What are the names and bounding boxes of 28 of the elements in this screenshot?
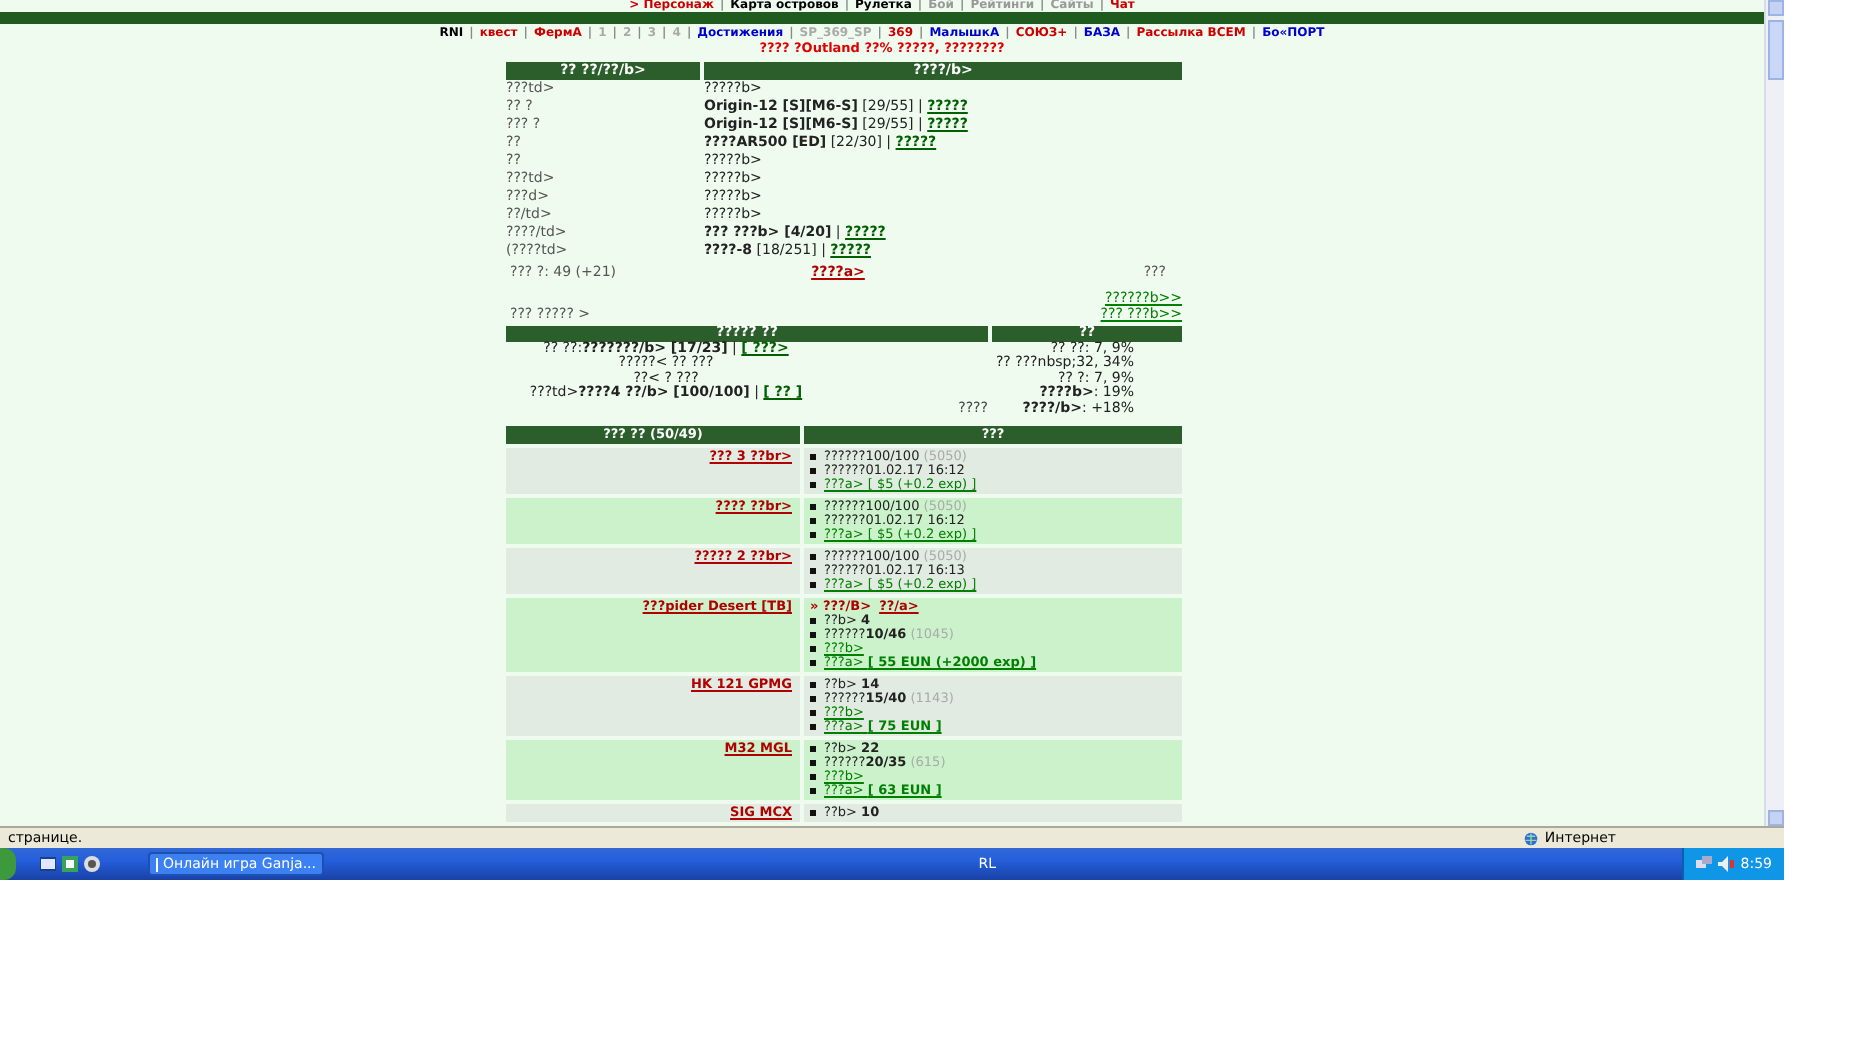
- bullet-icon: [810, 468, 816, 474]
- speaker-icon[interactable]: [1718, 856, 1735, 872]
- bullet-icon: [810, 568, 816, 574]
- bullet-icon: [810, 618, 816, 624]
- bullet-icon: [810, 682, 816, 688]
- bullet-icon: [810, 724, 816, 730]
- network-icon[interactable]: [1696, 856, 1713, 872]
- bullet-icon: [810, 554, 816, 560]
- bullet-icon: [810, 760, 816, 766]
- bullet-icon: [810, 788, 816, 794]
- bullet-icon: [810, 746, 816, 752]
- window-icon[interactable]: [62, 856, 78, 872]
- bullet-icon: [810, 482, 816, 488]
- bullet-icon: [810, 582, 816, 588]
- bullet-icon: [810, 518, 816, 524]
- desktop-icon[interactable]: [40, 856, 56, 872]
- bullet-icon: [810, 710, 816, 716]
- bullet-icon: [810, 774, 816, 780]
- bullet-icon: [810, 632, 816, 638]
- scrollbar[interactable]: [1764, 0, 1784, 826]
- bullet-icon: [810, 696, 816, 702]
- bullet-icon: [810, 504, 816, 510]
- bullet-icon: [810, 660, 816, 666]
- bullet-icon: [810, 532, 816, 538]
- bullet-icon: [810, 810, 816, 816]
- bullet-icon: [810, 454, 816, 460]
- start-button[interactable]: [0, 848, 16, 880]
- bullet-icon: [810, 646, 816, 652]
